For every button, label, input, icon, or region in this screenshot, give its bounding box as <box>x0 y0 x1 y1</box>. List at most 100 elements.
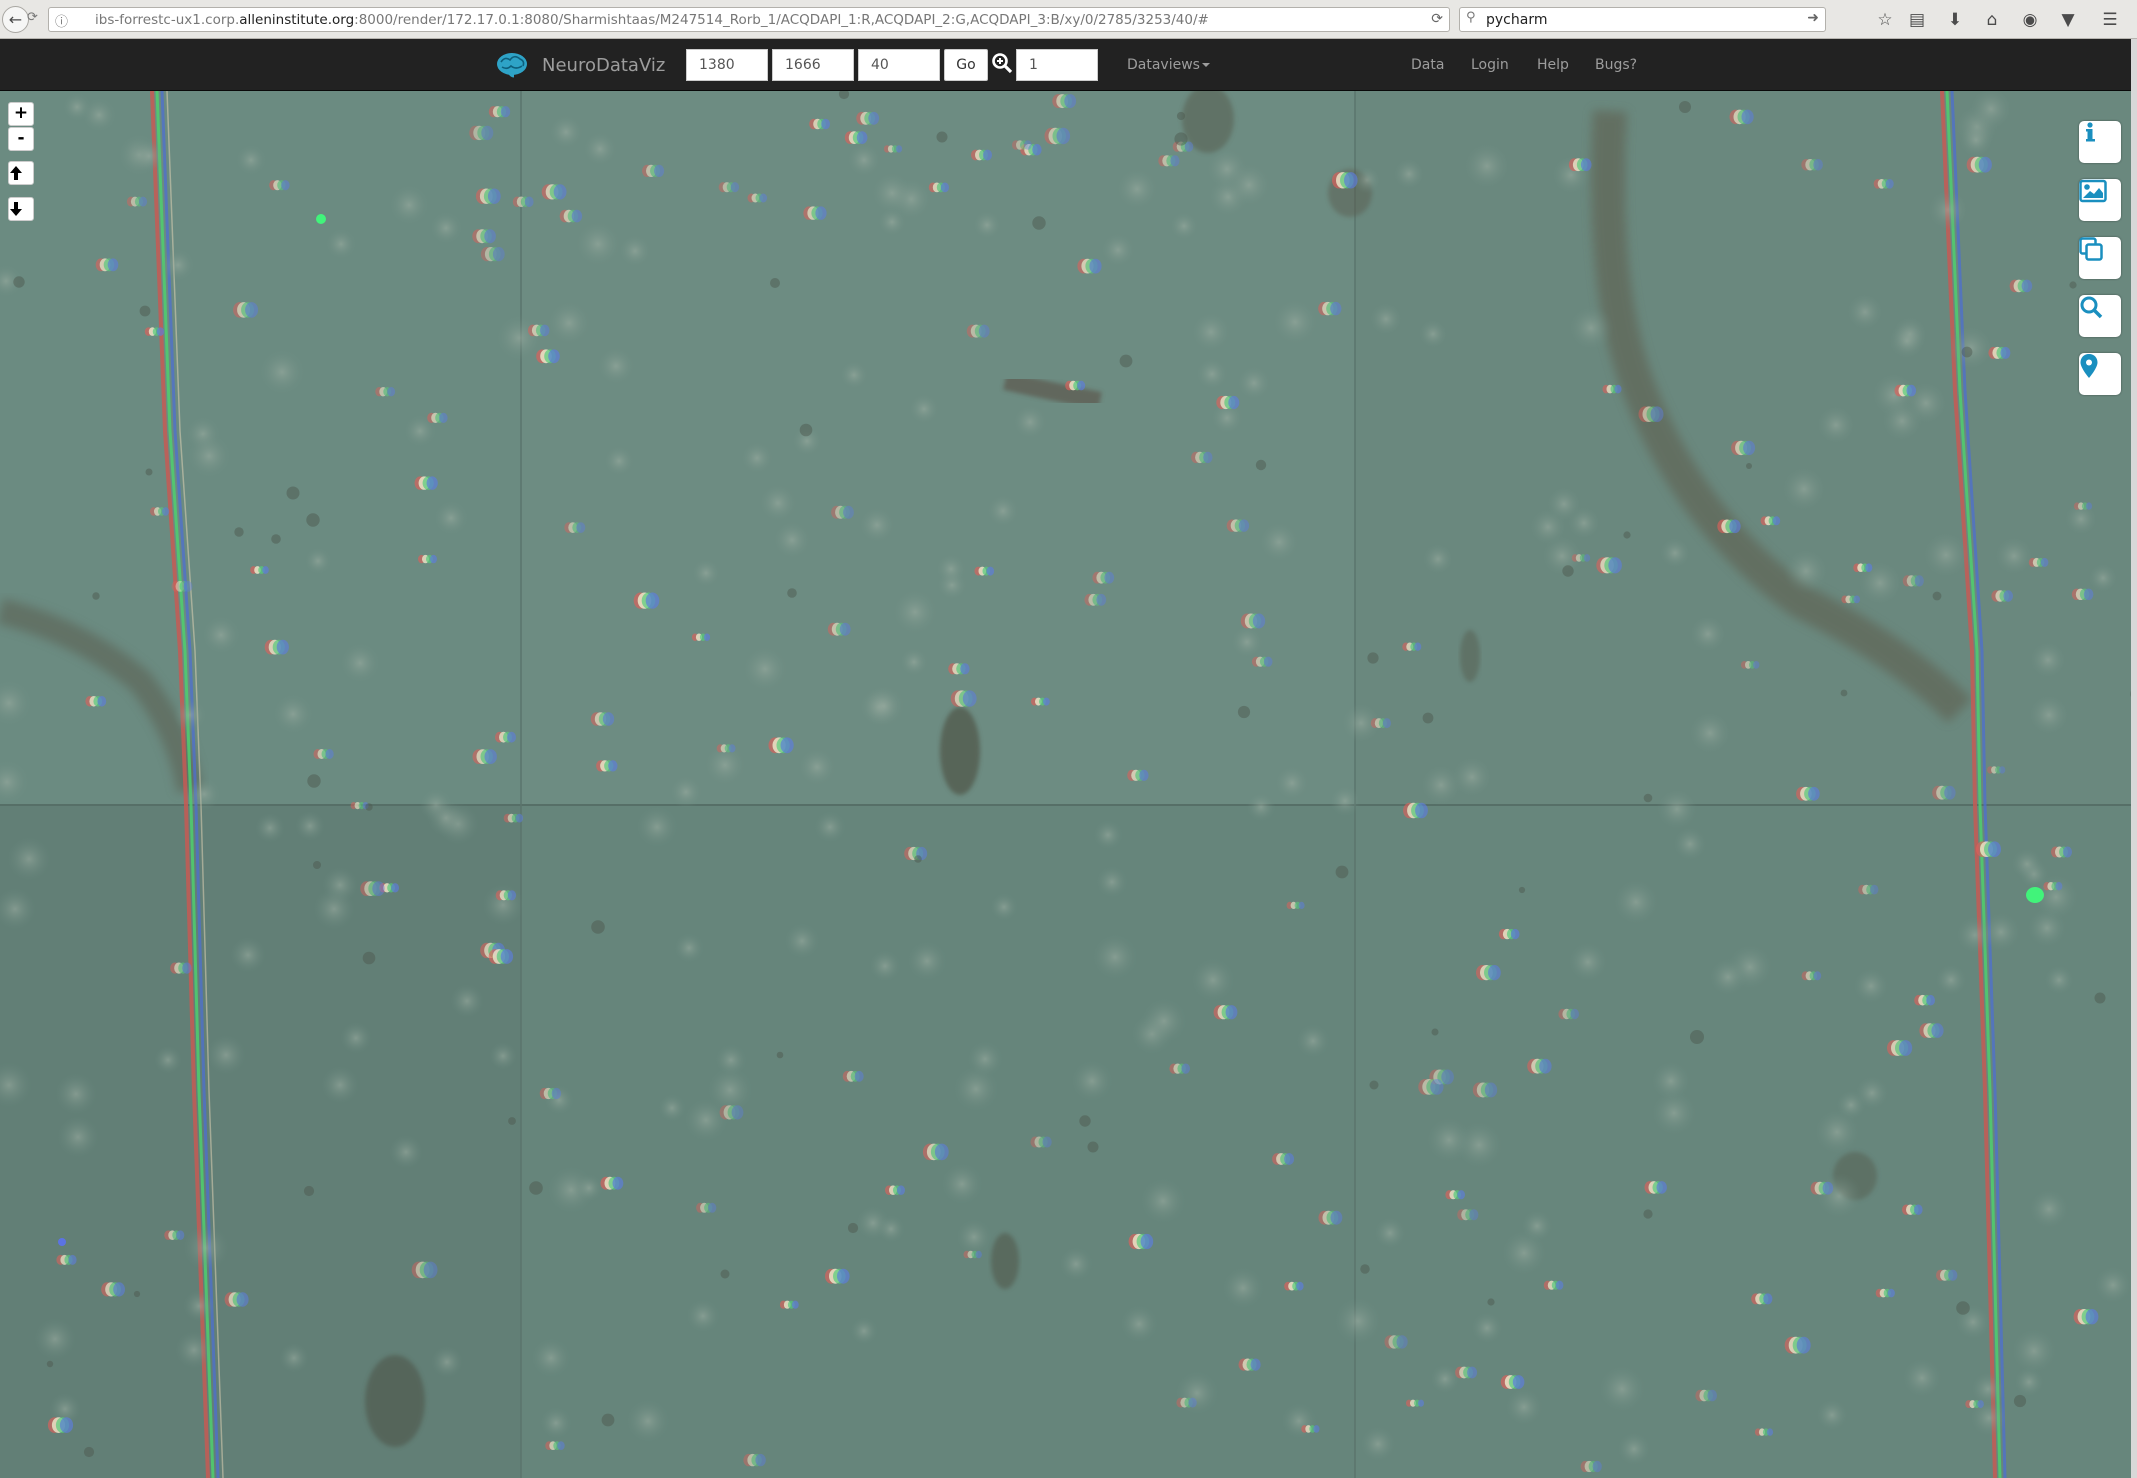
brain-logo-icon[interactable] <box>495 50 529 78</box>
search-button[interactable] <box>2079 295 2121 337</box>
faint-nucleus <box>1613 879 1659 925</box>
dark-speck <box>362 951 376 965</box>
bright-nucleus <box>633 592 660 609</box>
zoom-in-button[interactable]: + <box>8 102 34 126</box>
zoom-level-input[interactable]: 1 <box>1016 49 1098 81</box>
faint-nucleus <box>540 1407 572 1439</box>
bright-nucleus <box>928 182 950 193</box>
faint-nucleus <box>1688 711 1732 755</box>
bright-nucleus <box>1406 1399 1424 1407</box>
faint-nucleus <box>1246 792 1276 822</box>
info-button[interactable] <box>2079 121 2121 163</box>
bright-nucleus <box>1754 1428 1774 1436</box>
bright-nucleus <box>375 387 396 397</box>
menu-icon[interactable]: ☰ <box>2098 8 2122 32</box>
x-coordinate-input[interactable]: 1380 <box>686 49 768 81</box>
faint-nucleus <box>669 775 703 809</box>
go-button[interactable]: Go <box>944 49 988 81</box>
arrow-right-icon[interactable]: ➜ <box>1807 10 1819 26</box>
search-icon: ⚲ <box>1466 10 1476 25</box>
address-bar[interactable]: ⟳ ⓘ ibs-forrestc-ux1.corp.alleninstitute… <box>27 7 1450 32</box>
dark-speck <box>914 855 922 863</box>
z-coordinate-input[interactable]: 40 <box>858 49 940 81</box>
bright-nucleus <box>1887 1040 1913 1056</box>
zoom-out-button[interactable]: - <box>8 127 34 151</box>
faint-nucleus <box>596 346 636 386</box>
bright-nucleus <box>1902 575 1924 587</box>
arrow-down-icon[interactable] <box>8 197 34 221</box>
faint-nucleus <box>1140 1178 1186 1224</box>
pocket-icon[interactable]: ▼ <box>2056 8 2080 32</box>
star-icon[interactable]: ☆ <box>1873 8 1897 32</box>
dark-speck <box>1679 101 1691 113</box>
reload-icon[interactable]: ⟳ <box>27 10 38 25</box>
bright-nucleus <box>1801 159 1823 171</box>
faint-nucleus <box>321 1066 359 1104</box>
bright-nucleus <box>809 118 830 130</box>
faint-nucleus <box>846 142 882 178</box>
faint-nucleus <box>862 684 906 728</box>
bright-nucleus <box>150 507 170 516</box>
caret-down-icon <box>1201 63 1210 67</box>
brand-name[interactable]: NeuroDataViz <box>542 55 665 76</box>
dataviews-dropdown[interactable]: Dataviews <box>1127 57 1210 73</box>
faint-nucleus <box>691 558 721 588</box>
bright-nucleus <box>2009 279 2033 293</box>
image-layers-button[interactable] <box>2079 179 2121 221</box>
bright-nucleus <box>1914 994 1935 1006</box>
faint-nucleus <box>990 893 1018 921</box>
faint-nucleus <box>183 1290 215 1322</box>
dark-speck <box>13 276 25 288</box>
reload-icon[interactable]: ⟳ <box>1431 11 1443 27</box>
bright-nucleus <box>2071 588 2094 600</box>
clipboard-icon[interactable]: ▤ <box>1905 8 1929 32</box>
nav-link-help[interactable]: Help <box>1537 57 1569 73</box>
bright-nucleus <box>1558 1008 1579 1020</box>
back-arrow-icon[interactable]: ← <box>2 6 29 33</box>
bright-nucleus <box>1077 258 1102 274</box>
bright-nucleus <box>1717 519 1741 534</box>
bright-nucleus <box>718 182 740 193</box>
arrow-up-icon[interactable] <box>8 161 34 185</box>
faint-nucleus <box>2028 694 2070 736</box>
faint-nucleus <box>304 547 332 575</box>
bright-nucleus <box>1318 1210 1343 1225</box>
faint-nucleus <box>1846 293 1884 331</box>
info-icon[interactable]: ⓘ <box>55 11 68 30</box>
bright-nucleus <box>2073 502 2093 510</box>
url-text: ibs-forrestc-ux1.corp.alleninstitute.org… <box>95 12 1209 28</box>
bright-nucleus <box>1936 1269 1958 1281</box>
overlay-button[interactable] <box>2079 237 2121 279</box>
download-icon[interactable]: ⬇ <box>1943 8 1967 32</box>
faint-nucleus <box>814 811 846 843</box>
image-icon <box>2079 179 2107 203</box>
nav-link-login[interactable]: Login <box>1471 57 1509 73</box>
bright-nucleus <box>1128 1233 1154 1250</box>
browser-search-field[interactable]: ⚲ pycharm ➜ <box>1459 7 1826 32</box>
dark-speck <box>1237 705 1251 719</box>
bright-nucleus <box>1191 451 1213 464</box>
faint-nucleus <box>1175 1371 1219 1415</box>
microscopy-mosaic[interactable] <box>0 91 2137 1478</box>
chat-icon[interactable]: ◉ <box>2018 8 2042 32</box>
bright-nucleus <box>495 731 516 743</box>
faint-nucleus <box>1689 615 1727 653</box>
faint-nucleus <box>1222 1267 1264 1309</box>
faint-nucleus <box>1093 820 1123 850</box>
nav-link-bugs[interactable]: Bugs? <box>1595 57 1637 73</box>
bright-nucleus <box>1476 965 1501 981</box>
y-coordinate-input[interactable]: 1666 <box>772 49 854 81</box>
bright-nucleus <box>719 1105 744 1120</box>
image-viewer[interactable]: + - <box>0 91 2137 1478</box>
bright-nucleus <box>825 1268 850 1284</box>
nav-link-data[interactable]: Data <box>1411 57 1444 73</box>
dark-speck <box>306 513 320 527</box>
dark-speck <box>83 1446 95 1458</box>
faint-nucleus <box>1501 1230 1547 1276</box>
scrollbar[interactable] <box>2131 39 2137 1478</box>
location-button[interactable] <box>2079 353 2121 395</box>
faint-nucleus <box>797 747 837 787</box>
dark-speck <box>770 278 780 288</box>
home-icon[interactable]: ⌂ <box>1980 8 2004 32</box>
bright-nucleus <box>1965 1400 1984 1409</box>
